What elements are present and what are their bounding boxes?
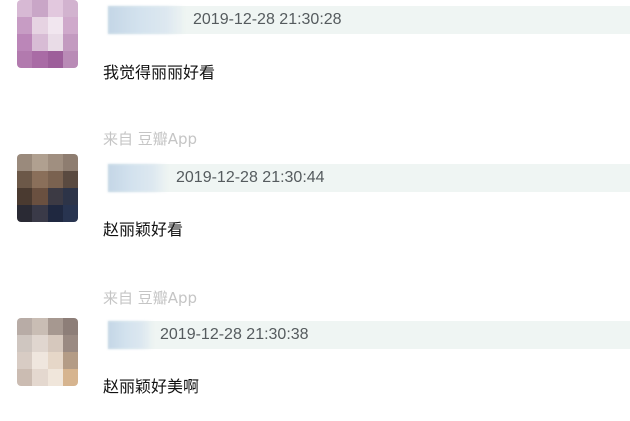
username-blurred[interactable] [108, 321, 154, 349]
comment-text: 赵丽颖好美啊 [103, 377, 200, 396]
comment-meta-bar: 2019-12-28 21:30:38 [108, 321, 630, 349]
avatar[interactable] [17, 318, 78, 386]
comment-item: 来自 豆瓣App 2019-12-28 21:30:38 赵丽颖好美啊 [0, 0, 630, 421]
source-label: 来自 豆瓣App [103, 289, 198, 307]
comment-timestamp: 2019-12-28 21:30:38 [160, 326, 309, 343]
